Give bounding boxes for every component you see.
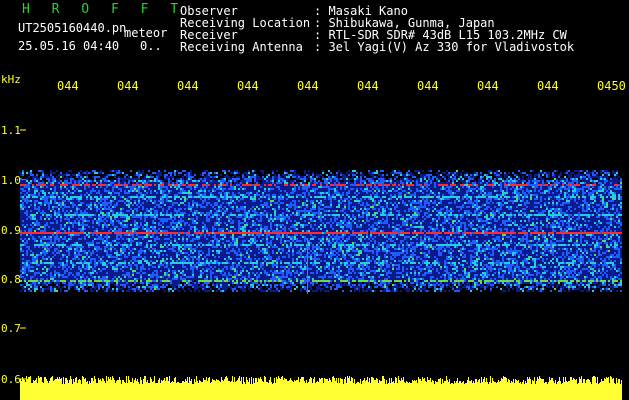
filename-label: UT2505160440.pn: [18, 21, 127, 35]
x-tick-7: 044: [417, 79, 439, 93]
y-tick-0.6: 0.6: [1, 373, 21, 386]
x-tick-2: 044: [117, 79, 139, 93]
extra-label: 0..: [140, 39, 162, 53]
y-tick-0.7: 0.7: [1, 322, 21, 335]
y-tick-0.9: 0.9: [1, 224, 21, 237]
x-tick-3: 044: [177, 79, 199, 93]
antenna-label: Receiving Antenna: [180, 40, 303, 54]
x-tick-6: 044: [357, 79, 379, 93]
spectrogram: [20, 129, 622, 400]
x-tick-8: 044: [477, 79, 499, 93]
antenna-value: : 3el Yagi(V) Az 330 for Vladivostok: [314, 40, 575, 54]
power-strip: [20, 376, 622, 400]
datetime-label: 25.05.16 04:40: [18, 39, 120, 53]
x-tick-9: 044: [537, 79, 559, 93]
program-title: H R O F F T: [22, 2, 186, 17]
y-tick-1.0: 1.0: [1, 174, 21, 187]
mode-label: meteor: [124, 26, 168, 40]
noise-band: [20, 170, 622, 292]
y-tick-0.8: 0.8: [1, 273, 21, 286]
x-tick-10: 0450: [597, 79, 626, 93]
y-tick-1.1: 1.1: [1, 124, 21, 137]
x-tick-1: 044: [57, 79, 79, 93]
x-tick-4: 044: [237, 79, 259, 93]
x-tick-5: 044: [297, 79, 319, 93]
meteor-trace: [307, 238, 308, 294]
y-axis-unit: kHz: [1, 73, 21, 86]
